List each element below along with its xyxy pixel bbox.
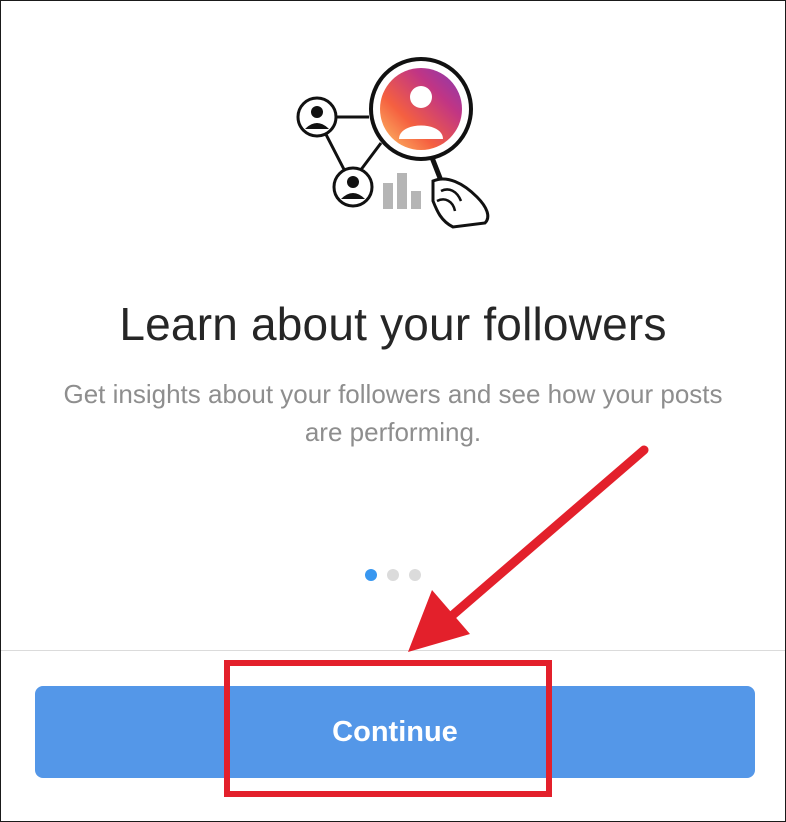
page-dot-1[interactable] <box>365 569 377 581</box>
page-title: Learn about your followers <box>119 298 667 350</box>
continue-button[interactable]: Continue <box>35 686 755 778</box>
onboarding-screen: Learn about your followers Get insights … <box>0 0 786 822</box>
page-dot-2[interactable] <box>387 569 399 581</box>
insights-illustration-icon <box>296 57 490 229</box>
footer-divider <box>1 650 785 651</box>
page-subtitle: Get insights about your followers and se… <box>63 379 723 447</box>
page-dot-3[interactable] <box>409 569 421 581</box>
page-indicator <box>1 569 785 581</box>
